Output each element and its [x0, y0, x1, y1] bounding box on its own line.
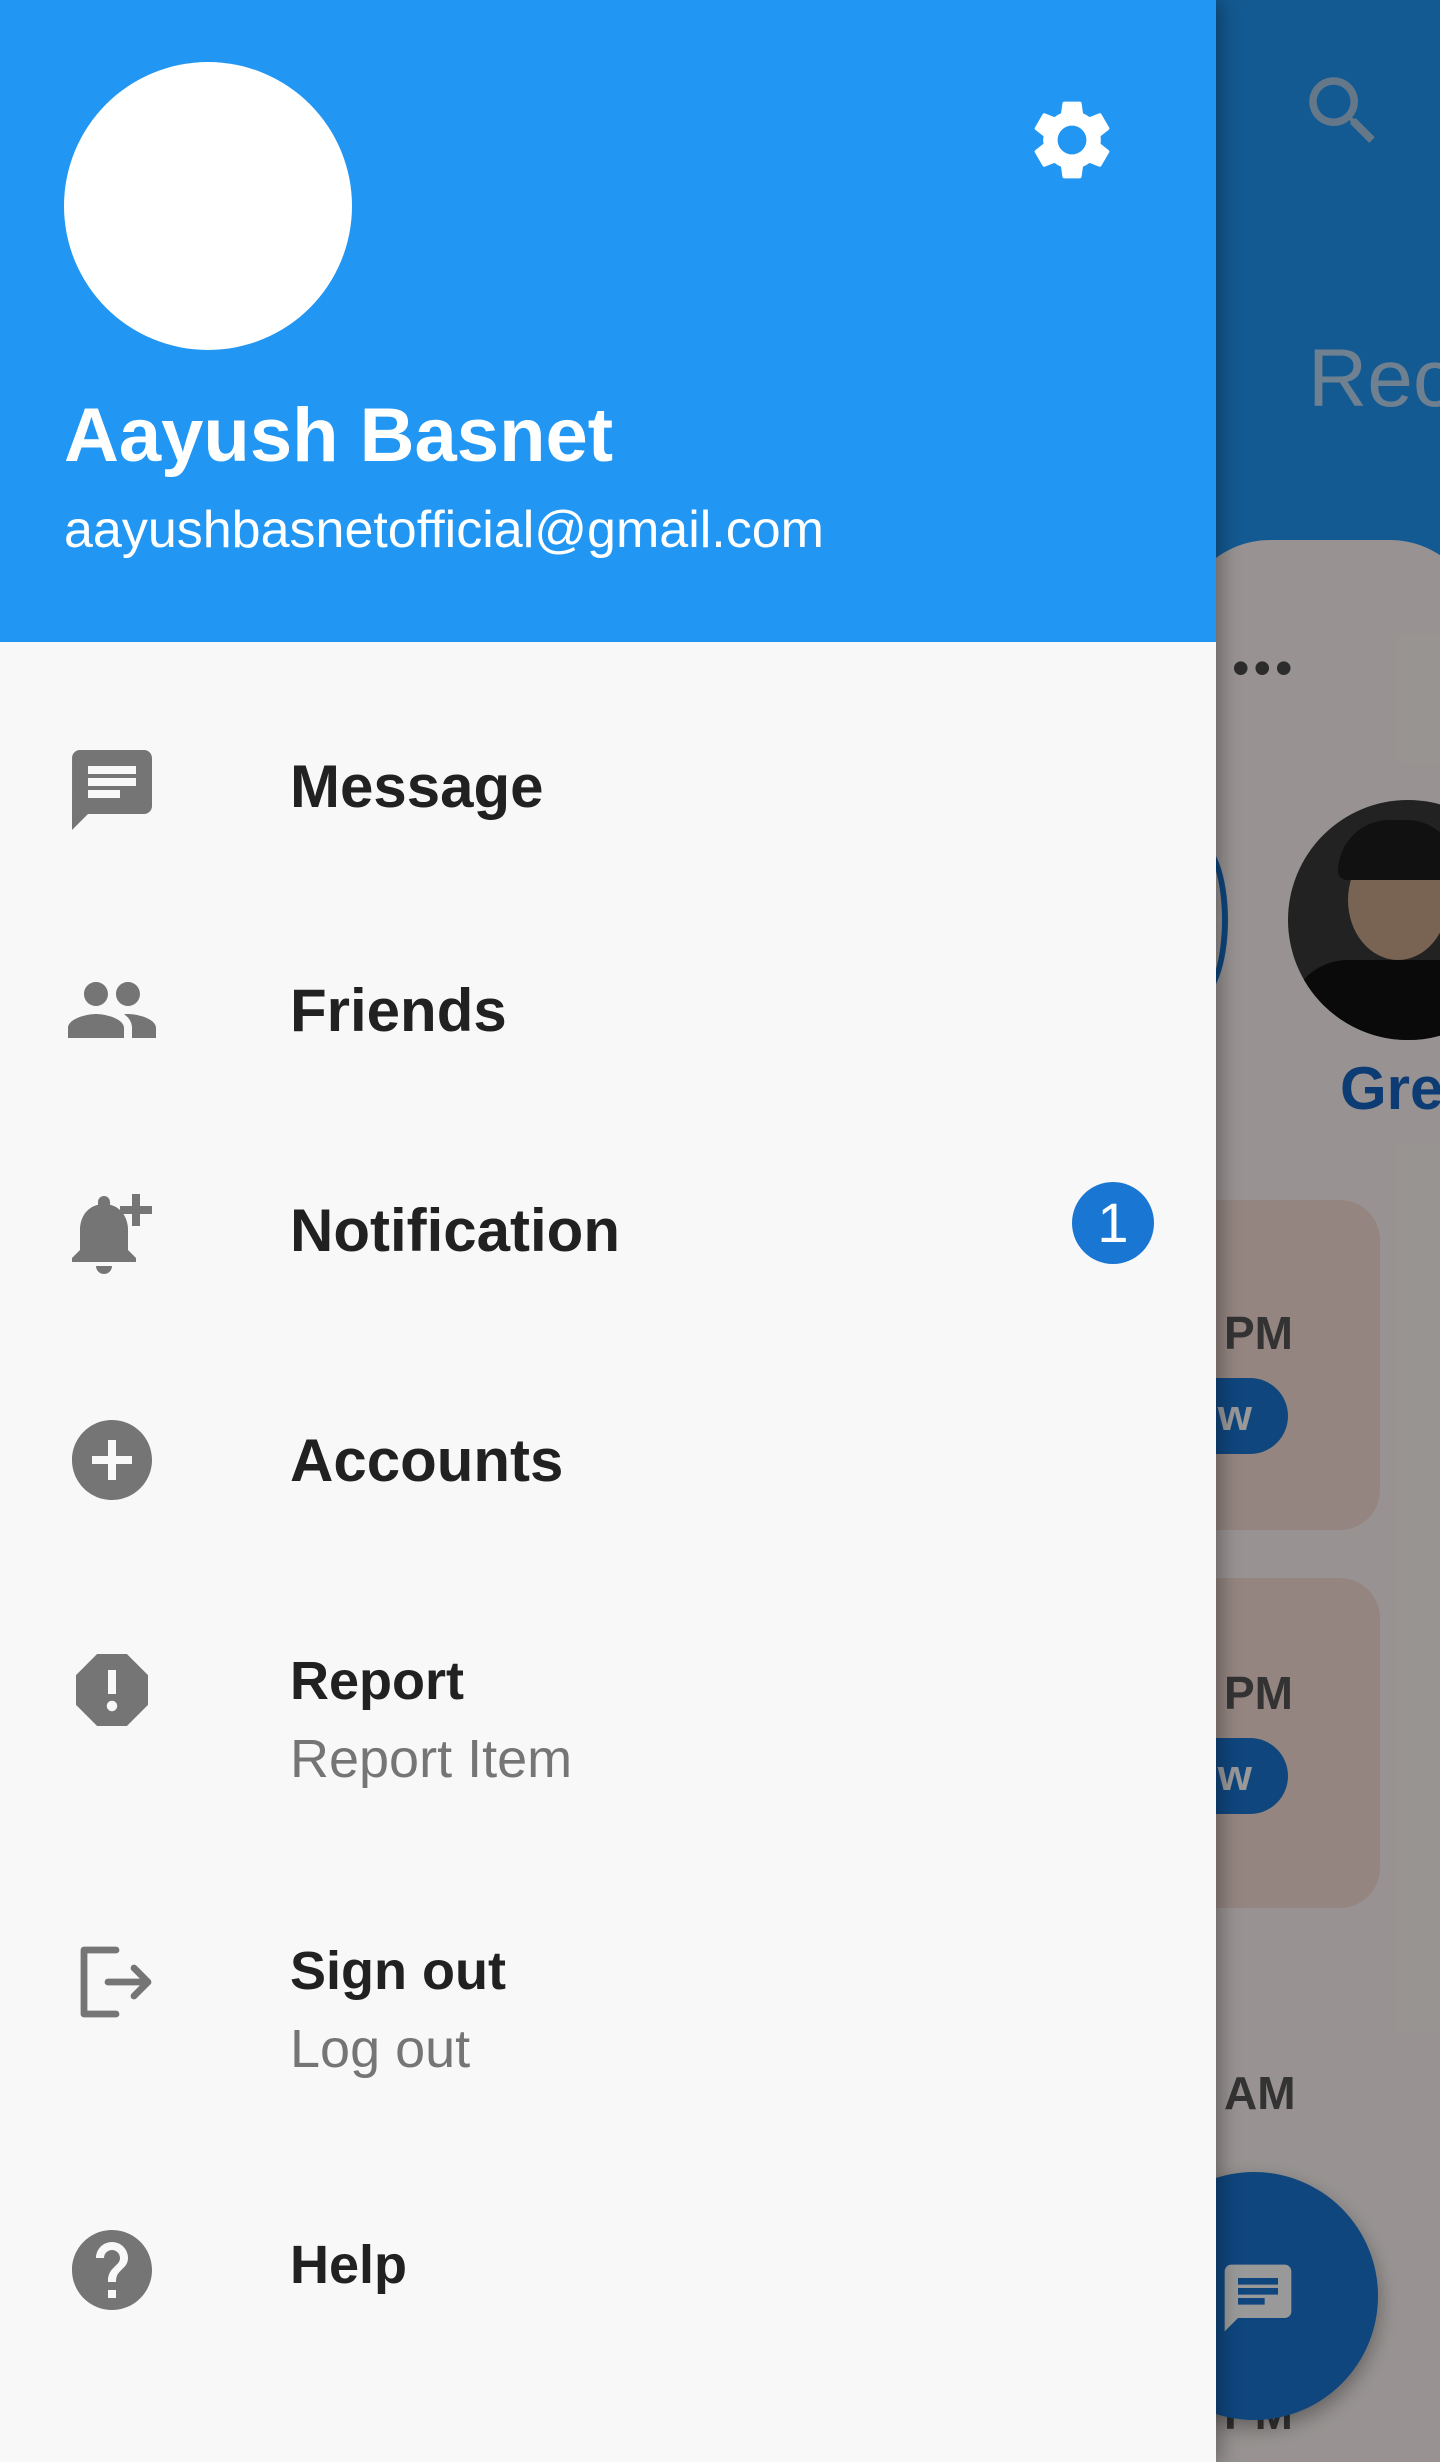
- drawer-item-label: Friends: [290, 977, 507, 1044]
- drawer-item-report[interactable]: Report Report Item: [0, 1600, 1216, 1830]
- drawer-item-label: Accounts: [290, 1427, 564, 1494]
- drawer-item-message[interactable]: Message: [0, 700, 1216, 880]
- drawer-item-label: Report: [290, 1651, 464, 1711]
- drawer-header: Aayush Basnet aayushbasnetofficial@gmail…: [0, 0, 1216, 642]
- drawer-item-sign-out[interactable]: Sign out Log out: [0, 1890, 1216, 2120]
- drawer-item-label: Help: [290, 2235, 408, 2295]
- friends-icon: [64, 962, 160, 1058]
- message-icon: [64, 742, 160, 838]
- drawer-item-subtitle: Log out: [290, 2019, 471, 2079]
- navigation-drawer: Aayush Basnet aayushbasnetofficial@gmail…: [0, 0, 1216, 2462]
- user-avatar[interactable]: [64, 62, 352, 350]
- drawer-item-label: Message: [290, 753, 544, 820]
- drawer-item-accounts[interactable]: Accounts: [0, 1370, 1216, 1550]
- user-email: aayushbasnetofficial@gmail.com: [64, 501, 824, 559]
- drawer-item-friends[interactable]: Friends: [0, 920, 1216, 1100]
- drawer-item-label: Notification: [290, 1197, 620, 1264]
- drawer-item-help[interactable]: Help: [0, 2180, 1216, 2360]
- drawer-item-notification[interactable]: Notification 1: [0, 1140, 1216, 1330]
- user-name: Aayush Basnet: [64, 393, 614, 478]
- drawer-item-subtitle: Report Item: [290, 1729, 573, 1789]
- drawer-item-label: Sign out: [290, 1941, 506, 2001]
- help-icon: [64, 2222, 160, 2318]
- sign-out-icon: [64, 1934, 160, 2030]
- add-circle-icon: [64, 1412, 160, 1508]
- report-icon: [64, 1642, 160, 1738]
- notification-add-icon: [64, 1186, 160, 1282]
- notification-badge: 1: [1072, 1182, 1154, 1264]
- gear-icon[interactable]: [1024, 92, 1120, 188]
